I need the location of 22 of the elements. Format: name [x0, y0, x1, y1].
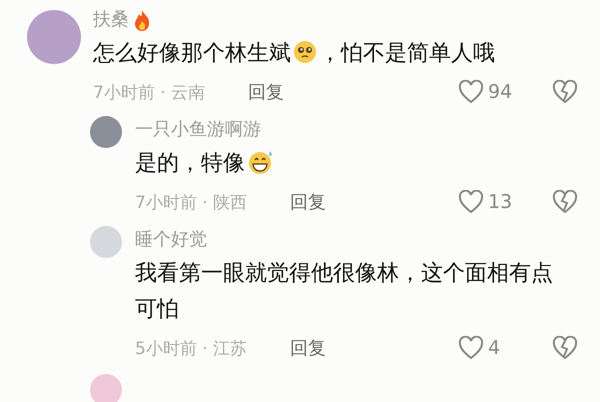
photo-placeholder[interactable]: [27, 10, 81, 64]
reply-link[interactable]: 回复: [248, 80, 284, 104]
like-count: 13: [488, 191, 514, 213]
like-count: 4: [488, 337, 502, 359]
comment-text: 我看第一眼就觉得他很像林，这个面相有点可怕: [135, 260, 554, 324]
reply-link[interactable]: 回复: [290, 190, 326, 214]
heart-icon[interactable]: [458, 190, 484, 214]
reply-link[interactable]: 回复: [290, 336, 326, 360]
comment-text: 怎么好像那个林生斌 ，怕不是简单人哦: [93, 39, 496, 68]
broken-heart-icon[interactable]: [552, 80, 578, 104]
broken-heart-icon[interactable]: [552, 190, 578, 214]
pleading-face-icon: [293, 40, 317, 64]
avatar[interactable]: [90, 116, 122, 148]
heart-icon[interactable]: [458, 336, 484, 360]
heart-icon[interactable]: [458, 80, 484, 104]
timestamp: 5小时前 · 江苏: [135, 338, 248, 360]
fire-icon: [133, 9, 151, 31]
timestamp: 7小时前 · 陕西: [135, 192, 248, 214]
timestamp: 7小时前 · 云南: [93, 82, 206, 104]
like-count: 94: [488, 81, 514, 103]
broken-heart-icon[interactable]: [552, 336, 578, 360]
comment-text: 是的，特像: [135, 146, 565, 182]
